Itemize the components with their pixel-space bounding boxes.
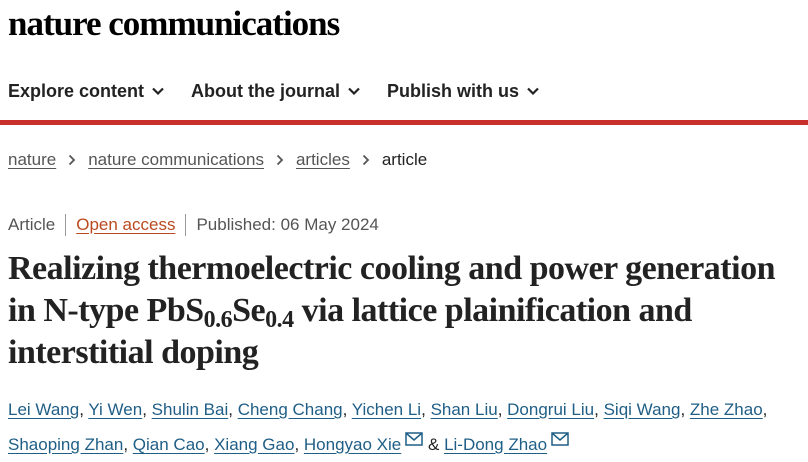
breadcrumb-link-nature[interactable]: nature	[8, 150, 56, 170]
author-link[interactable]: Dongrui Liu	[507, 400, 594, 419]
title-text: Se	[232, 292, 266, 329]
author-link[interactable]: Lei Wang	[8, 400, 79, 419]
breadcrumb-link-articles[interactable]: articles	[296, 150, 350, 170]
author-separator: ,	[142, 400, 147, 419]
meta-divider	[185, 214, 187, 236]
nav-label: About the journal	[191, 80, 341, 101]
author-link[interactable]: Shan Liu	[431, 400, 498, 419]
author-link[interactable]: Xiang Gao	[214, 435, 294, 454]
breadcrumb-current: article	[381, 150, 428, 169]
author-separator: ,	[762, 400, 768, 419]
chevron-down-icon	[527, 87, 539, 96]
author-link[interactable]: Yi Wen	[88, 400, 142, 419]
open-access-link[interactable]: Open access	[76, 215, 175, 235]
author-separator: ,	[497, 400, 503, 419]
author-conjunction: &	[427, 435, 440, 454]
author-separator: ,	[228, 400, 233, 419]
author-separator: ,	[680, 400, 686, 419]
author-link[interactable]: Li-Dong Zhao	[444, 435, 547, 454]
article-type: Article	[8, 215, 56, 234]
meta-divider	[65, 214, 67, 236]
author-list: Lei Wang, Yi Wen, Shulin Bai, Cheng Chan…	[8, 392, 806, 462]
chevron-down-icon	[348, 87, 360, 96]
author-link[interactable]: Cheng Chang	[238, 400, 343, 419]
author-link[interactable]: Shaoping Zhan	[8, 435, 123, 454]
author-link[interactable]: Siqi Wang	[604, 400, 681, 419]
article-meta: Article Open access Published: 06 May 20…	[8, 214, 379, 236]
nav-explore-content[interactable]: Explore content	[8, 81, 165, 102]
author-separator: ,	[342, 400, 348, 419]
title-subscript: 0.4	[265, 307, 294, 333]
title-subscript: 0.6	[203, 307, 233, 333]
nav-about-journal[interactable]: About the journal	[191, 81, 361, 102]
chevron-down-icon	[152, 87, 164, 96]
mail-icon[interactable]	[551, 432, 569, 446]
nav-publish-with-us[interactable]: Publish with us	[387, 81, 540, 102]
author-link[interactable]: Yichen Li	[352, 400, 421, 419]
accent-bar	[0, 120, 808, 125]
author-separator: ,	[79, 400, 84, 419]
nav-label: Explore content	[8, 80, 145, 101]
chevron-right-icon	[69, 154, 76, 166]
article-title: Realizing thermoelectric cooling and pow…	[8, 248, 798, 374]
author-separator: ,	[204, 435, 210, 454]
author-link[interactable]: Qian Cao	[133, 435, 205, 454]
main-navigation: Explore content About the journal Publis…	[8, 78, 566, 104]
author-link[interactable]: Hongyao Xie	[304, 435, 401, 454]
author-separator: ,	[421, 400, 426, 419]
author-separator: ,	[294, 435, 300, 454]
chevron-right-icon	[276, 154, 284, 166]
mail-icon[interactable]	[405, 432, 423, 446]
breadcrumb-link-nature-communications[interactable]: nature communications	[88, 150, 264, 170]
chevron-right-icon	[362, 154, 370, 166]
author-link[interactable]: Shulin Bai	[152, 400, 229, 419]
author-link[interactable]: Zhe Zhao	[690, 400, 763, 419]
published-date: Published: 06 May 2024	[196, 215, 379, 234]
nav-label: Publish with us	[387, 80, 520, 101]
breadcrumb: nature nature communications articles ar…	[8, 150, 427, 170]
author-separator: ,	[123, 435, 129, 454]
author-separator: ,	[594, 400, 599, 419]
site-logo[interactable]: nature communications	[8, 2, 340, 46]
